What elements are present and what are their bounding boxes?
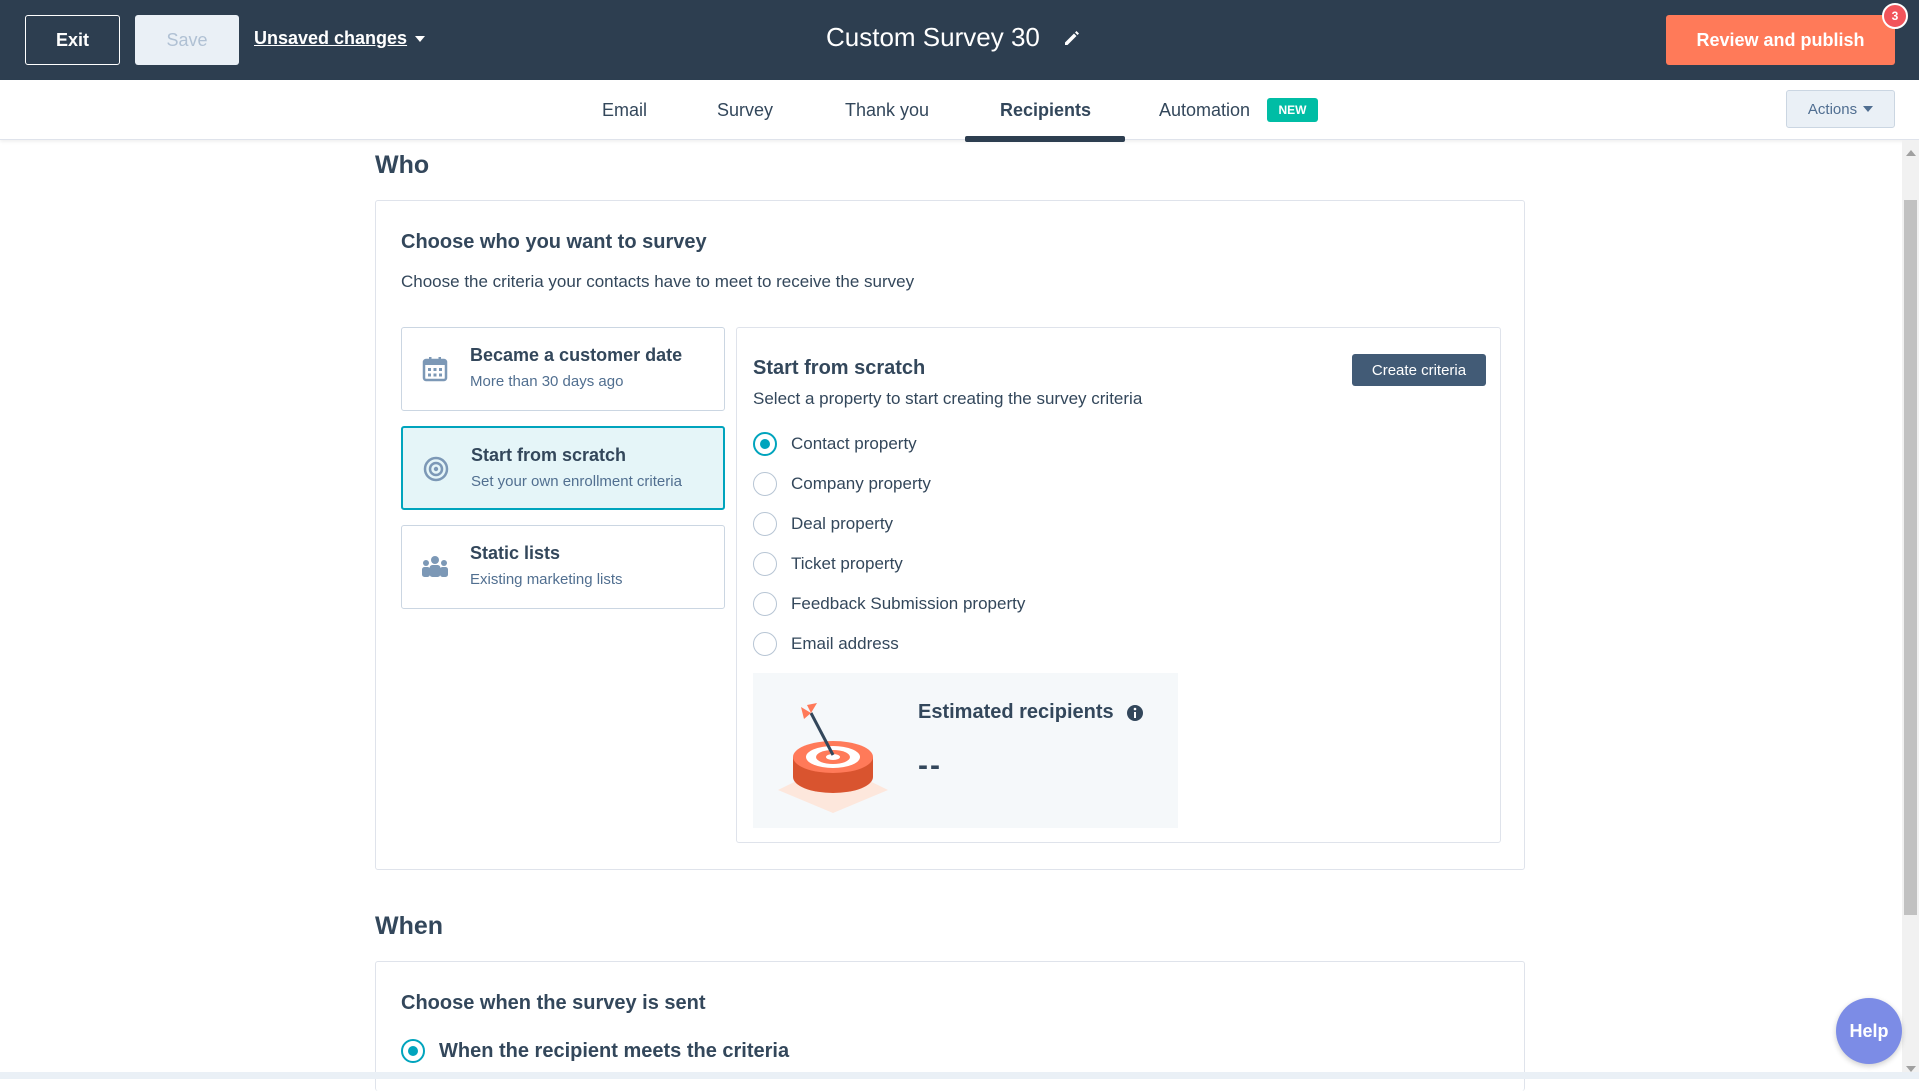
option-description: Set your own enrollment criteria [471, 473, 682, 490]
option-description: Existing marketing lists [470, 571, 623, 588]
create-criteria-button[interactable]: Create criteria [1352, 354, 1486, 386]
target-icon [423, 456, 449, 482]
option-title: Static lists [470, 543, 561, 563]
property-option[interactable]: Email address [753, 632, 899, 656]
property-label: Company property [791, 474, 931, 493]
actions-label: Actions [1807, 100, 1858, 118]
radio-button[interactable] [753, 512, 777, 536]
save-button[interactable]: Save [135, 15, 239, 65]
option-title: Became a customer date [470, 345, 683, 365]
radio-button[interactable] [753, 472, 777, 496]
survey-title: Custom Survey 30 [826, 22, 1040, 52]
panel-subtitle: Select a property to start creating the … [753, 389, 1143, 408]
tab-recipients[interactable]: Recipients [1000, 100, 1091, 121]
radio-button-checked[interactable] [753, 432, 777, 456]
option-description: More than 30 days ago [470, 373, 624, 390]
when-card-title: Choose when the survey is sent [401, 992, 706, 1014]
caret-down-icon [1863, 106, 1874, 112]
top-bar: Exit Save Unsaved changes Custom Survey … [0, 0, 1919, 80]
option-became-customer-date[interactable]: Became a customer date More than 30 days… [401, 327, 725, 411]
new-badge: NEW [1267, 98, 1318, 122]
property-option[interactable]: Feedback Submission property [753, 592, 1025, 616]
info-icon[interactable] [1126, 704, 1144, 722]
property-label: Ticket property [791, 554, 903, 573]
scrollbar-thumb[interactable] [1904, 200, 1917, 915]
survey-title-group: Custom Survey 30 [826, 22, 1082, 53]
criteria-panel: Start from scratch Select a property to … [736, 327, 1501, 843]
estimated-recipients-box: Estimated recipients -- [753, 673, 1178, 828]
estimated-recipients-label: Estimated recipients [918, 701, 1114, 723]
calendar-icon [422, 357, 448, 382]
actions-dropdown[interactable]: Actions [1786, 90, 1895, 128]
help-button[interactable]: Help [1836, 998, 1902, 1064]
caret-down-icon [415, 35, 426, 42]
review-and-publish-button[interactable]: Review and publish [1666, 15, 1895, 65]
when-heading: When [375, 912, 444, 940]
who-card-title: Choose who you want to survey [401, 231, 707, 253]
who-heading: Who [375, 151, 430, 179]
option-static-lists[interactable]: Static lists Existing marketing lists [401, 525, 725, 609]
property-option[interactable]: Company property [753, 472, 931, 496]
people-icon [422, 556, 448, 577]
scroll-up-icon[interactable] [1906, 150, 1916, 156]
tabs-bar: Email Survey Thank you Recipients Automa… [0, 80, 1919, 142]
when-option-label: When the recipient meets the criteria [439, 1039, 790, 1062]
property-label: Feedback Submission property [791, 594, 1026, 613]
panel-title: Start from scratch [753, 357, 926, 379]
property-option[interactable]: Contact property [753, 432, 917, 456]
property-option[interactable]: Ticket property [753, 552, 903, 576]
bottom-edge [0, 1072, 1919, 1079]
unsaved-changes-dropdown[interactable]: Unsaved changes [254, 28, 426, 49]
property-label: Email address [791, 634, 899, 653]
tab-email[interactable]: Email [602, 100, 647, 121]
radio-button-checked[interactable] [401, 1039, 425, 1063]
tab-thank-you[interactable]: Thank you [845, 100, 929, 121]
who-card-subtitle: Choose the criteria your contacts have t… [401, 272, 915, 291]
estimated-recipients-title: Estimated recipients [918, 701, 1144, 724]
active-tab-indicator [965, 136, 1125, 142]
tab-automation[interactable]: Automation [1159, 100, 1250, 121]
property-label: Deal property [791, 514, 894, 533]
when-option[interactable]: When the recipient meets the criteria [401, 1039, 789, 1063]
target-illustration-icon [778, 703, 888, 813]
exit-button[interactable]: Exit [25, 15, 120, 65]
who-card: Choose who you want to survey Choose the… [375, 200, 1525, 870]
property-option[interactable]: Deal property [753, 512, 893, 536]
radio-button[interactable] [753, 592, 777, 616]
property-label: Contact property [791, 434, 917, 453]
tab-survey[interactable]: Survey [717, 100, 773, 121]
option-title: Start from scratch [471, 445, 627, 465]
notification-badge: 3 [1882, 3, 1908, 29]
pencil-icon[interactable] [1062, 28, 1082, 48]
unsaved-changes-label: Unsaved changes [254, 28, 408, 48]
estimated-recipients-value: -- [918, 749, 942, 782]
radio-button[interactable] [753, 552, 777, 576]
option-start-from-scratch[interactable]: Start from scratch Set your own enrollme… [401, 426, 725, 510]
radio-button[interactable] [753, 632, 777, 656]
